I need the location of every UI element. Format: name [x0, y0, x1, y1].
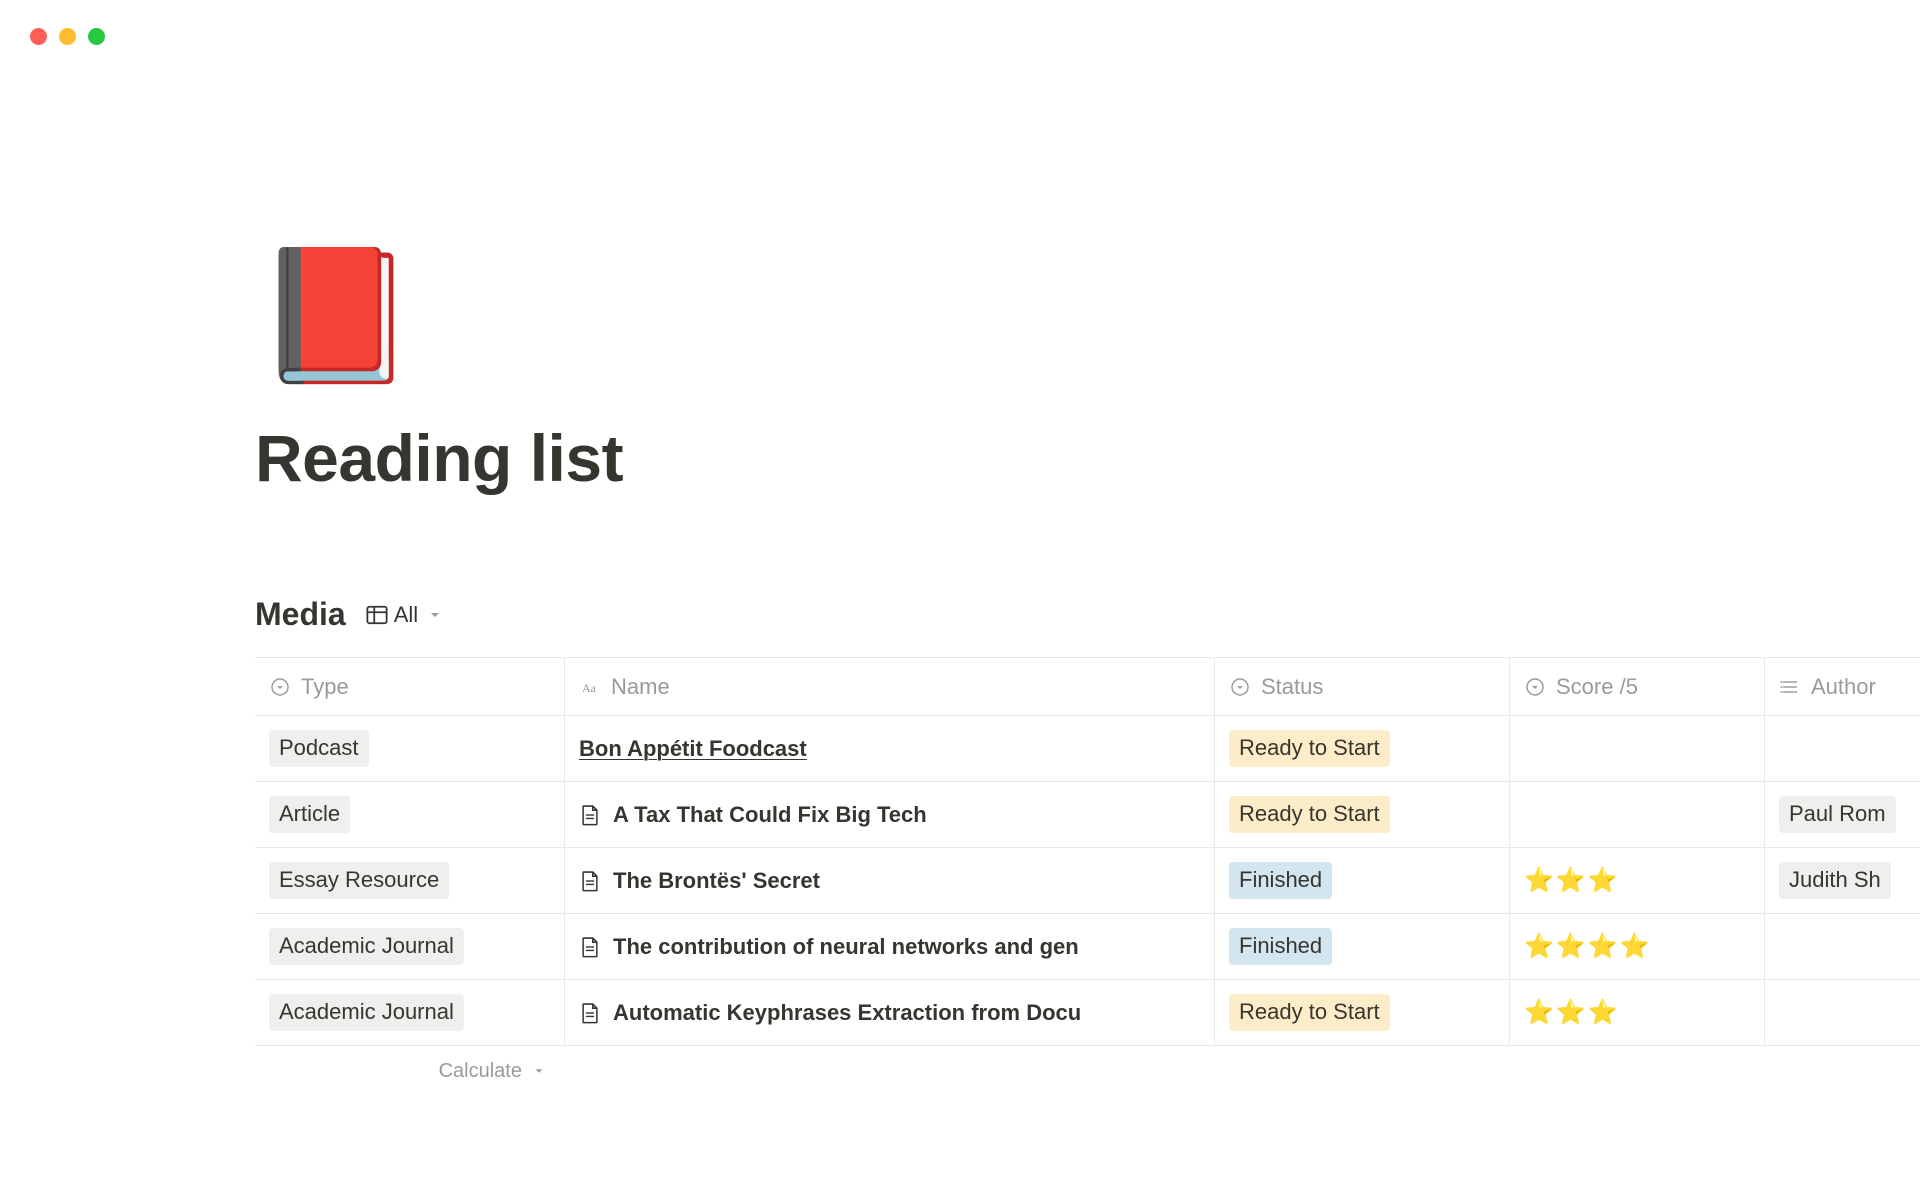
select-property-icon	[1229, 676, 1251, 698]
cell-type[interactable]: Essay Resource	[255, 848, 565, 913]
cell-name[interactable]: Bon Appétit Foodcast	[565, 716, 1215, 781]
database-table: Type Aa Name Status Score /5	[255, 657, 1920, 1096]
column-header-label: Type	[301, 674, 349, 700]
cell-score[interactable]	[1510, 782, 1765, 847]
window-controls	[30, 28, 105, 45]
cell-author[interactable]: Judith Sh	[1765, 848, 1920, 913]
author-tag: Paul Rom	[1779, 796, 1896, 833]
table-header-row: Type Aa Name Status Score /5	[255, 658, 1920, 716]
type-tag: Academic Journal	[269, 994, 464, 1031]
page-content: 📕 Reading list Media All Type A	[255, 250, 1920, 1096]
column-header-type[interactable]: Type	[255, 658, 565, 715]
cell-type[interactable]: Podcast	[255, 716, 565, 781]
page-doc-icon	[579, 870, 601, 892]
status-tag: Finished	[1229, 862, 1332, 899]
close-window-button[interactable]	[30, 28, 47, 45]
calculate-label: Calculate	[439, 1060, 522, 1083]
table-row[interactable]: Academic Journal Automatic Keyphrases Ext…	[255, 980, 1920, 1046]
type-tag: Academic Journal	[269, 928, 464, 965]
author-tag: Judith Sh	[1779, 862, 1891, 899]
cell-score[interactable]: ⭐⭐⭐	[1510, 980, 1765, 1045]
page-doc-icon	[579, 936, 601, 958]
column-header-author[interactable]: Author	[1765, 658, 1920, 715]
page-doc-icon	[579, 804, 601, 826]
status-tag: Finished	[1229, 928, 1332, 965]
page-doc-icon	[579, 1002, 601, 1024]
cell-status[interactable]: Ready to Start	[1215, 782, 1510, 847]
cell-type[interactable]: Article	[255, 782, 565, 847]
column-header-label: Name	[611, 674, 670, 700]
cell-author[interactable]	[1765, 980, 1920, 1045]
cell-status[interactable]: Ready to Start	[1215, 716, 1510, 781]
cell-name[interactable]: Automatic Keyphrases Extraction from Doc…	[565, 980, 1215, 1045]
cell-name[interactable]: A Tax That Could Fix Big Tech	[565, 782, 1215, 847]
select-property-icon	[269, 676, 291, 698]
score-stars: ⭐⭐⭐⭐	[1524, 932, 1652, 961]
cell-author[interactable]	[1765, 914, 1920, 979]
row-title: A Tax That Could Fix Big Tech	[613, 802, 927, 828]
calculate-button[interactable]: Calculate	[255, 1060, 565, 1083]
cell-score[interactable]: ⭐⭐⭐	[1510, 848, 1765, 913]
cell-status[interactable]: Finished	[1215, 914, 1510, 979]
chevron-down-icon	[424, 604, 446, 626]
cell-score[interactable]	[1510, 716, 1765, 781]
table-row[interactable]: Essay Resource The Brontës' Secret Finishe…	[255, 848, 1920, 914]
table-row[interactable]: Podcast Bon Appétit Foodcast Ready to Star…	[255, 716, 1920, 782]
database-header: Media All	[255, 596, 1920, 633]
row-title: The contribution of neural networks and …	[613, 934, 1079, 960]
cell-author[interactable]	[1765, 716, 1920, 781]
cell-type[interactable]: Academic Journal	[255, 980, 565, 1045]
multiselect-property-icon	[1779, 676, 1801, 698]
cell-status[interactable]: Finished	[1215, 848, 1510, 913]
database-title[interactable]: Media	[255, 596, 346, 633]
type-tag: Article	[269, 796, 350, 833]
table-row[interactable]: Academic Journal The contribution of neur…	[255, 914, 1920, 980]
page-title[interactable]: Reading list	[255, 420, 1920, 496]
column-header-status[interactable]: Status	[1215, 658, 1510, 715]
cell-name[interactable]: The Brontës' Secret	[565, 848, 1215, 913]
cell-status[interactable]: Ready to Start	[1215, 980, 1510, 1045]
chevron-down-icon	[528, 1060, 550, 1082]
status-tag: Ready to Start	[1229, 730, 1390, 767]
column-header-label: Author	[1811, 674, 1876, 700]
type-tag: Essay Resource	[269, 862, 449, 899]
column-header-name[interactable]: Aa Name	[565, 658, 1215, 715]
type-tag: Podcast	[269, 730, 369, 767]
maximize-window-button[interactable]	[88, 28, 105, 45]
column-header-score[interactable]: Score /5	[1510, 658, 1765, 715]
table-view-icon	[366, 604, 388, 626]
row-title: The Brontës' Secret	[613, 868, 820, 894]
cell-author[interactable]: Paul Rom	[1765, 782, 1920, 847]
row-title: Bon Appétit Foodcast	[579, 736, 807, 762]
minimize-window-button[interactable]	[59, 28, 76, 45]
column-header-label: Status	[1261, 674, 1323, 700]
view-switcher[interactable]: All	[366, 602, 446, 628]
title-property-icon: Aa	[579, 676, 601, 698]
select-property-icon	[1524, 676, 1546, 698]
score-stars: ⭐⭐⭐	[1524, 998, 1620, 1027]
svg-text:Aa: Aa	[582, 681, 597, 695]
status-tag: Ready to Start	[1229, 994, 1390, 1031]
cell-name[interactable]: The contribution of neural networks and …	[565, 914, 1215, 979]
score-stars: ⭐⭐⭐	[1524, 866, 1620, 895]
cell-type[interactable]: Academic Journal	[255, 914, 565, 979]
table-row[interactable]: Article A Tax That Could Fix Big Tech Read…	[255, 782, 1920, 848]
page-icon[interactable]: 📕	[255, 250, 1920, 380]
view-name: All	[394, 602, 418, 628]
cell-score[interactable]: ⭐⭐⭐⭐	[1510, 914, 1765, 979]
column-header-label: Score /5	[1556, 674, 1638, 700]
status-tag: Ready to Start	[1229, 796, 1390, 833]
table-calculate-row: Calculate	[255, 1046, 1920, 1096]
row-title: Automatic Keyphrases Extraction from Doc…	[613, 1000, 1081, 1026]
